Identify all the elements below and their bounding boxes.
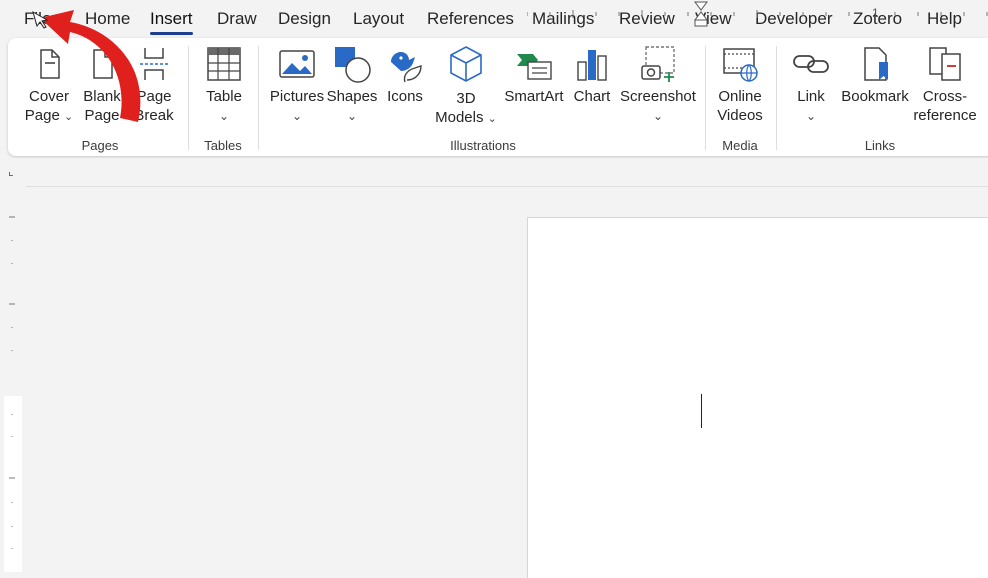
chevron-down-icon: ⌄ <box>218 109 230 123</box>
chevron-down-icon: ⌄ <box>487 113 497 125</box>
group-separator <box>258 46 259 150</box>
cross-reference-button[interactable]: Cross- reference <box>912 38 978 134</box>
cover-page-label-2: Page <box>24 107 60 124</box>
online-videos-button[interactable]: Online Videos <box>712 38 768 134</box>
table-label: Table <box>206 88 242 105</box>
blank-page-label-1: Blank <box>83 88 121 105</box>
tab-insert[interactable]: Insert <box>150 9 193 35</box>
cover-page-label-1: Cover <box>28 88 69 105</box>
chart-button[interactable]: Chart <box>570 38 614 134</box>
bookmark-button[interactable]: Bookmark <box>838 38 912 134</box>
link-button[interactable]: Link ⌄ <box>788 38 834 134</box>
icons-label: Icons <box>387 88 423 105</box>
online-videos-label-1: Online <box>718 88 762 105</box>
group-label-illustrations: Illustrations <box>450 138 516 153</box>
chevron-down-icon: ⌄ <box>652 109 664 123</box>
shapes-label: Shapes <box>326 88 378 105</box>
tab-stop-selector-icon[interactable]: ⌞ <box>8 164 14 178</box>
shapes-icon <box>335 47 371 83</box>
online-video-icon <box>723 48 758 82</box>
group-label-links: Links <box>864 138 896 153</box>
cube-icon <box>450 46 482 82</box>
chevron-down-icon: ⌄ <box>805 109 817 123</box>
group-label-pages: Pages <box>81 138 119 153</box>
cover-page-button[interactable]: Cover Page ⌄ <box>18 38 80 134</box>
screenshot-icon <box>641 46 675 82</box>
tab-layout[interactable]: Layout <box>353 9 404 29</box>
ruler-mark-1: 1 <box>872 6 879 20</box>
bookmark-icon <box>864 47 888 81</box>
pictures-label: Pictures <box>269 88 325 105</box>
text-cursor <box>701 394 702 428</box>
screenshot-button[interactable]: Screenshot ⌄ <box>620 38 696 134</box>
tab-file[interactable]: File <box>24 9 51 29</box>
3d-models-button[interactable]: 3D Models ⌄ <box>433 38 499 134</box>
vertical-ruler[interactable] <box>0 186 26 572</box>
smartart-label: SmartArt <box>504 88 564 105</box>
screenshot-label: Screenshot <box>620 88 696 105</box>
page-break-label-1: Page <box>136 88 172 105</box>
page-break-label-2: Break <box>134 107 174 124</box>
3d-models-label-2: Models <box>435 109 484 126</box>
link-label: Link <box>797 88 825 105</box>
chevron-down-icon: ⌄ <box>346 109 358 123</box>
insert-ribbon: Cover Page ⌄ Blank Page Page Break Pages <box>8 38 988 156</box>
online-videos-label-2: Videos <box>717 107 763 124</box>
cover-page-icon <box>40 49 60 79</box>
icons-icon <box>391 52 422 83</box>
group-label-media: Media <box>722 138 758 153</box>
blank-page-icon <box>93 49 113 79</box>
pictures-button[interactable]: Pictures ⌄ <box>268 38 326 134</box>
chevron-down-icon: ⌄ <box>64 111 74 123</box>
page-break-icon <box>140 48 168 80</box>
document-page[interactable] <box>527 217 988 578</box>
smartart-button[interactable]: SmartArt <box>502 38 566 134</box>
cross-reference-label-1: Cross- <box>922 88 968 105</box>
cross-reference-icon <box>929 47 961 81</box>
shapes-button[interactable]: Shapes ⌄ <box>326 38 378 134</box>
group-separator <box>776 46 777 150</box>
table-icon <box>207 47 241 81</box>
chart-label: Chart <box>573 88 611 105</box>
group-label-tables: Tables <box>204 138 242 153</box>
indent-marker-icon[interactable] <box>694 1 708 27</box>
tab-home[interactable]: Home <box>85 9 130 29</box>
group-separator <box>188 46 189 150</box>
smartart-icon <box>517 54 552 80</box>
blank-page-label-2: Page <box>84 107 120 124</box>
cross-reference-label-2: reference <box>913 107 977 124</box>
tab-references[interactable]: References <box>427 9 514 29</box>
3d-models-label-1: 3D <box>456 90 476 107</box>
blank-page-button[interactable]: Blank Page <box>78 38 126 134</box>
bookmark-label: Bookmark <box>841 88 909 105</box>
chevron-down-icon: ⌄ <box>291 109 303 123</box>
horizontal-ruler[interactable]: 1 <box>527 0 988 28</box>
tab-design[interactable]: Design <box>278 9 331 29</box>
tab-draw[interactable]: Draw <box>217 9 257 29</box>
horizontal-ruler-row <box>0 158 988 187</box>
icons-button[interactable]: Icons <box>382 38 428 134</box>
chart-icon <box>577 50 607 81</box>
table-button[interactable]: Table ⌄ <box>198 38 250 134</box>
pictures-icon <box>279 50 315 78</box>
group-separator <box>705 46 706 150</box>
link-icon <box>793 55 829 73</box>
page-break-button[interactable]: Page Break <box>130 38 178 134</box>
